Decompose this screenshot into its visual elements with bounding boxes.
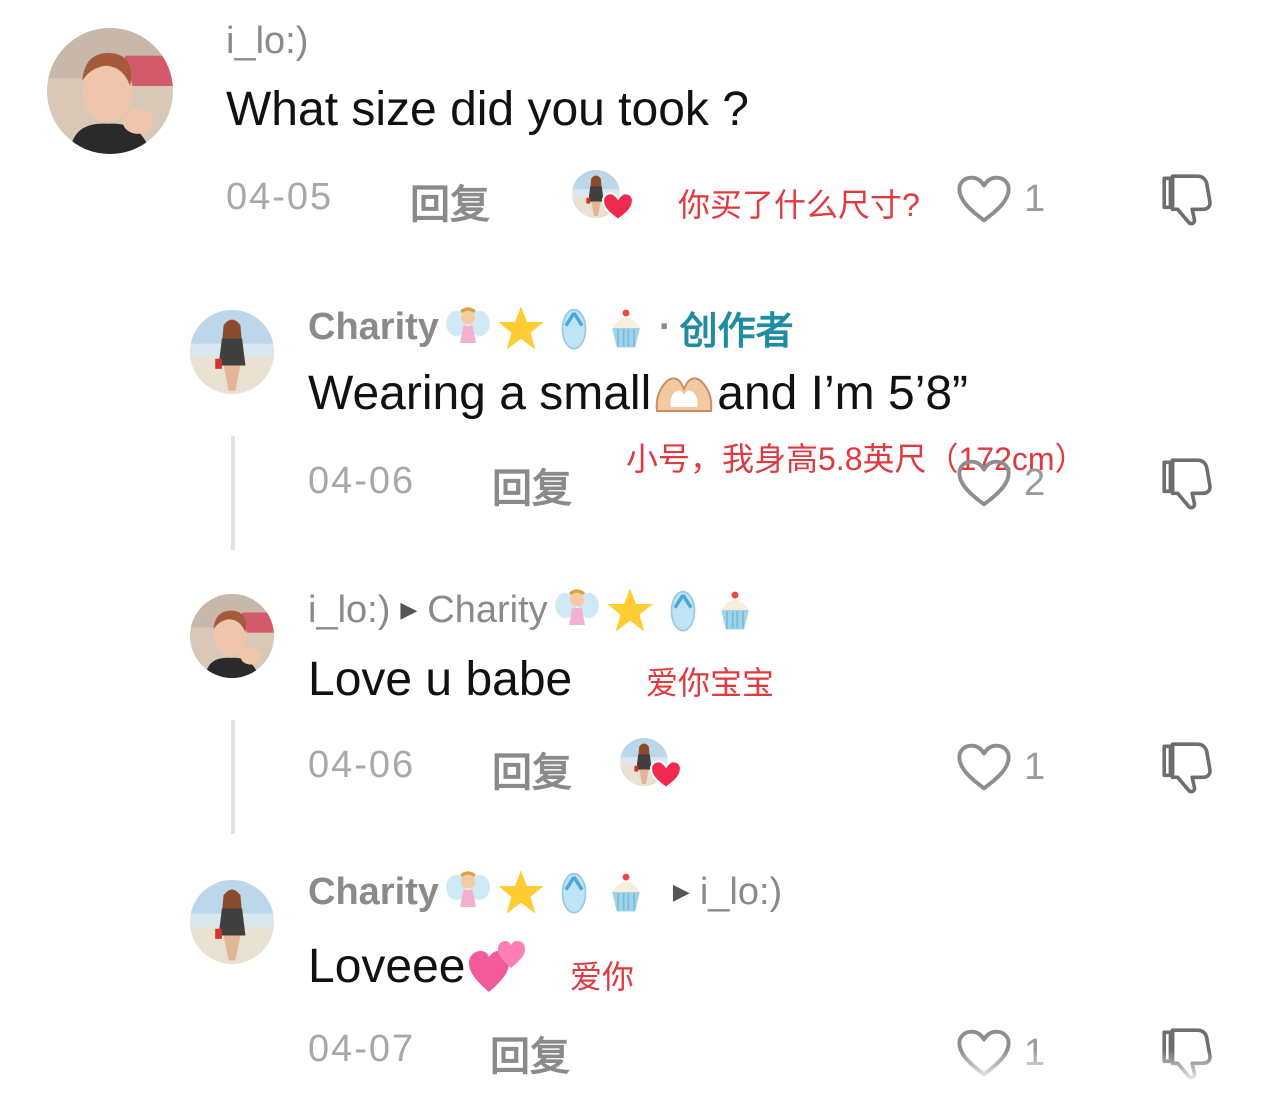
reply-arrow-icon: ▶	[672, 879, 690, 904]
bottom-fade	[940, 1050, 1264, 1100]
flip-flop-emoji	[660, 586, 706, 634]
comment-date: 04-05	[226, 176, 334, 218]
username-i-lo[interactable]: i_lo:)	[308, 589, 390, 632]
translation-note: 爱你宝宝	[646, 665, 775, 701]
fairy-emoji	[445, 868, 491, 916]
comment-text-part2: and I’m 5’8”	[717, 367, 969, 420]
heart-hands-emoji	[655, 376, 713, 412]
flip-flop-emoji	[551, 304, 597, 352]
comment-author[interactable]: i_lo:) ▶ Charity	[308, 586, 758, 634]
liked-heart-icon	[650, 760, 682, 790]
comment-text-part1: Wearing a small	[308, 367, 652, 420]
comment-author[interactable]: Charity ▶ i_lo:)	[308, 868, 782, 916]
comment-text: Wearing a small and I’m 5’8”	[308, 366, 968, 421]
translation-note: 小号，我身高5.8英尺（172cm）	[626, 441, 1087, 477]
reply-to-username[interactable]: Charity	[427, 589, 547, 632]
comment-date: 04-06	[308, 744, 416, 786]
comment-text: Loveee	[308, 936, 529, 996]
cupcake-emoji	[603, 868, 649, 916]
star-emoji	[497, 868, 545, 916]
creator-liked-indicator	[572, 170, 638, 224]
fairy-emoji	[554, 586, 600, 634]
avatar-charity[interactable]	[190, 880, 274, 964]
avatar-i-lo[interactable]	[47, 28, 173, 154]
dislike-thumbs-down-icon[interactable]	[1158, 738, 1216, 796]
comment-text: What size did you took ?	[226, 83, 749, 136]
comment-date: 04-06	[308, 460, 416, 502]
reply-button[interactable]: 回复	[492, 740, 572, 798]
reply-to-username[interactable]: i_lo:)	[700, 871, 782, 914]
like-heart-icon[interactable]	[956, 458, 1012, 508]
comment-date: 04-07	[308, 1028, 416, 1070]
username-i-lo[interactable]: i_lo:)	[226, 20, 308, 63]
like-count: 1	[1024, 746, 1046, 788]
dislike-thumbs-down-icon[interactable]	[1158, 454, 1216, 512]
badge-separator: ·	[658, 306, 672, 348]
comment-text: Love u babe	[308, 653, 573, 706]
thread-line	[231, 436, 235, 550]
two-hearts-emoji	[469, 941, 526, 992]
username-charity[interactable]: Charity	[308, 871, 439, 914]
comment-author[interactable]: Charity · 创作者	[308, 300, 794, 355]
like-heart-icon[interactable]	[956, 742, 1012, 792]
like-count: 1	[1024, 178, 1046, 220]
dislike-thumbs-down-icon[interactable]	[1158, 170, 1216, 228]
creator-liked-indicator	[620, 738, 686, 792]
creator-badge: 创作者	[679, 311, 794, 353]
translation-note: 你买了什么尺寸?	[678, 187, 920, 223]
thread-line	[231, 720, 235, 834]
fairy-emoji	[445, 304, 491, 352]
liked-heart-icon	[602, 192, 634, 222]
reply-button[interactable]: 回复	[490, 1024, 570, 1082]
star-emoji	[497, 304, 545, 352]
comment-author[interactable]: i_lo:)	[226, 20, 308, 63]
reply-arrow-icon: ▶	[400, 597, 418, 622]
avatar-charity[interactable]	[190, 310, 274, 394]
translation-note: 爱你	[570, 959, 635, 995]
username-charity[interactable]: Charity	[308, 306, 439, 349]
reply-button[interactable]: 回复	[410, 172, 490, 230]
cupcake-emoji	[712, 586, 758, 634]
flip-flop-emoji	[551, 868, 597, 916]
reply-button[interactable]: 回复	[492, 456, 572, 514]
like-count: 2	[1024, 462, 1046, 504]
star-emoji	[606, 586, 654, 634]
cupcake-emoji	[603, 304, 649, 352]
like-heart-icon[interactable]	[956, 174, 1012, 224]
comment-text-content: Loveee	[308, 939, 466, 993]
avatar-i-lo[interactable]	[190, 594, 274, 678]
